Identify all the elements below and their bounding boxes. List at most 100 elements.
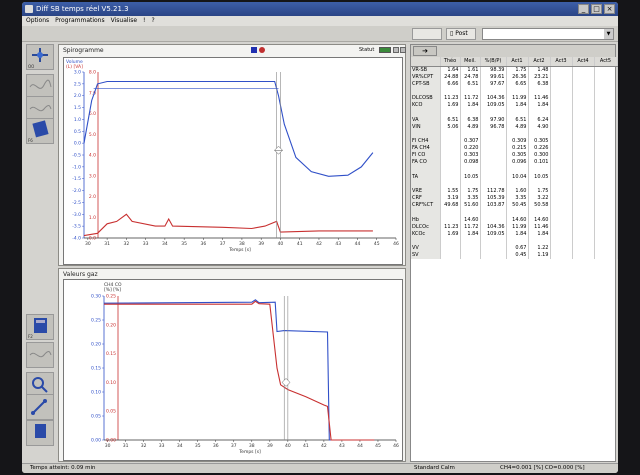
table-row[interactable]: SV 0.45 1.19 [411, 251, 618, 259]
y-tick-label-left: 0.20 [91, 342, 101, 348]
row-label: CRF%CT [411, 201, 441, 209]
x-tick-label: 46 [393, 443, 399, 449]
table-row[interactable]: KCOc 1.69 1.84 109.05 1.84 1.84 [411, 230, 618, 238]
toolbar-tab-post[interactable]: ▯ Post [446, 28, 476, 40]
x-tick-label: 40 [278, 241, 284, 247]
table-row[interactable]: TA 10.05 10.04 10.05 [411, 173, 618, 181]
x-tick-label: 37 [231, 443, 237, 449]
table-row[interactable] [411, 208, 618, 216]
table-cell: 3.22 [528, 194, 551, 202]
table-cell [572, 80, 595, 88]
menu-programmations[interactable]: Programmations [55, 16, 104, 26]
table-row[interactable]: VR-SB 1.64 1.61 98.39 1.75 1.48 [411, 66, 618, 74]
table-row[interactable] [411, 165, 618, 174]
table-row[interactable]: DLCOc 11.23 11.72 104.36 11.99 11.46 [411, 223, 618, 231]
column-header [411, 57, 441, 67]
table-cell: 104.36 [480, 223, 507, 231]
table-cell: 109.05 [480, 101, 507, 109]
tool-button-f2[interactable]: F2 [26, 314, 54, 340]
table-cell [460, 208, 481, 216]
chevron-down-icon[interactable]: ▼ [604, 29, 613, 39]
tool-button-oo[interactable]: OO [26, 44, 54, 70]
table-cell [594, 251, 618, 259]
table-cell: 11.23 [440, 94, 461, 102]
zoom-button[interactable] [393, 47, 399, 53]
table-row[interactable] [411, 87, 618, 95]
status-gas-readout: CH4=0.001 [%] CO=0.000 [%] [500, 465, 585, 471]
close-button[interactable]: × [604, 4, 615, 14]
tool-label: F2 [28, 334, 33, 339]
table-row[interactable]: CPT-SB 6.66 6.51 97.67 6.65 6.38 [411, 80, 618, 88]
table-cell: 3.35 [506, 194, 529, 202]
menu-visualise[interactable]: Visualise [111, 16, 137, 26]
table-cell [506, 180, 529, 188]
maximize-button[interactable]: □ [591, 4, 602, 14]
table-row[interactable]: KCO 1.69 1.84 109.05 1.84 1.84 [411, 101, 618, 109]
table-row[interactable] [411, 130, 618, 138]
table-cell: 0.226 [528, 144, 551, 152]
menu-options[interactable]: Options [26, 16, 49, 26]
arrow-right-button[interactable]: ➔ [413, 46, 437, 56]
table-cell [440, 137, 461, 145]
x-tick-label: 31 [104, 241, 110, 247]
tool-button-8[interactable] [26, 394, 54, 420]
settings-button[interactable] [400, 47, 406, 53]
y-tick-label-left: 2.5 [74, 81, 81, 87]
table-row[interactable]: FA CH4 0.220 0.215 0.226 [411, 144, 618, 152]
tool-button-6[interactable] [26, 342, 54, 368]
table-row[interactable]: FA CO 0.098 0.096 0.101 [411, 158, 618, 166]
table-cell: 105.39 [480, 194, 507, 202]
table-row[interactable]: Hb 14.60 14.60 14.60 [411, 215, 618, 224]
table-cell [528, 130, 551, 138]
table-row[interactable]: FI CH4 0.307 0.309 0.305 [411, 137, 618, 145]
table-cell [528, 165, 551, 174]
table-cell [550, 180, 573, 188]
table-row[interactable]: VV 0.67 1.22 [411, 244, 618, 252]
table-row[interactable]: VA 6.51 6.38 97.90 6.51 6.24 [411, 115, 618, 124]
table-cell [572, 223, 595, 231]
table-cell [594, 101, 618, 109]
gas-plot[interactable]: 30 31 32 33 34 35 36 37 38 39 40 41 42 43 44 45 46 Temps … [63, 279, 403, 461]
minimize-button[interactable]: _ [578, 4, 589, 14]
table-cell: 1.84 [506, 230, 529, 238]
table-cell: 99.61 [480, 73, 507, 81]
blue-square-icon[interactable] [251, 47, 257, 53]
table-cell [572, 66, 595, 74]
menu-help[interactable]: ? [151, 16, 154, 26]
table-cell [594, 180, 618, 188]
y-tick-label-left: 3.0 [74, 70, 81, 76]
tool-button-9[interactable] [26, 420, 54, 446]
y-tick-label-left: 0.5 [74, 129, 81, 135]
table-row[interactable]: VRE 1.55 1.75 112.78 1.60 1.75 [411, 187, 618, 195]
toolbar-tab-1[interactable] [412, 28, 442, 40]
column-header: Act2 [528, 57, 551, 67]
table-cell [594, 201, 618, 209]
table-cell: 103.87 [480, 201, 507, 209]
table-row[interactable]: VIN 5.06 4.89 96.78 4.89 4.90 [411, 123, 618, 131]
table-row[interactable]: CRF 3.19 3.35 105.39 3.35 3.22 [411, 194, 618, 202]
x-tick-label: 42 [316, 241, 322, 247]
table-cell [440, 130, 461, 138]
table-row[interactable] [411, 108, 618, 116]
table-row[interactable]: VR%CPT 24.88 24.78 99.61 26.36 23.21 [411, 73, 618, 81]
notebook-icon [32, 120, 49, 138]
menu-exclaim[interactable]: ! [143, 16, 145, 26]
table-row[interactable] [411, 237, 618, 245]
table-cell [572, 165, 595, 174]
table-cell [506, 87, 529, 95]
y-tick-label-right: 0.25 [106, 294, 116, 300]
table-row[interactable]: FI CO 0.303 0.305 0.300 [411, 151, 618, 159]
x-axis-label: Temps [s] [228, 247, 251, 253]
table-cell [550, 66, 573, 74]
table-cell [550, 80, 573, 88]
tool-button-f6[interactable]: F6 [26, 118, 54, 144]
y-tick-label-left: 0.00 [91, 438, 101, 444]
red-circle-icon[interactable] [259, 47, 265, 53]
table-row[interactable]: CRF%CT 49.68 51.60 103.87 50.45 50.58 [411, 201, 618, 209]
table-row[interactable]: DLCOSB 11.23 11.72 104.36 11.99 11.46 [411, 94, 618, 102]
table-row[interactable] [411, 180, 618, 188]
table-cell: 24.88 [440, 73, 461, 81]
spirogram-plot[interactable]: 30 31 32 33 34 35 36 37 38 39 40 41 42 43 44 45 46 Temps … [63, 57, 403, 265]
toolbar-select[interactable]: ▼ [482, 28, 614, 40]
row-label [411, 237, 441, 245]
